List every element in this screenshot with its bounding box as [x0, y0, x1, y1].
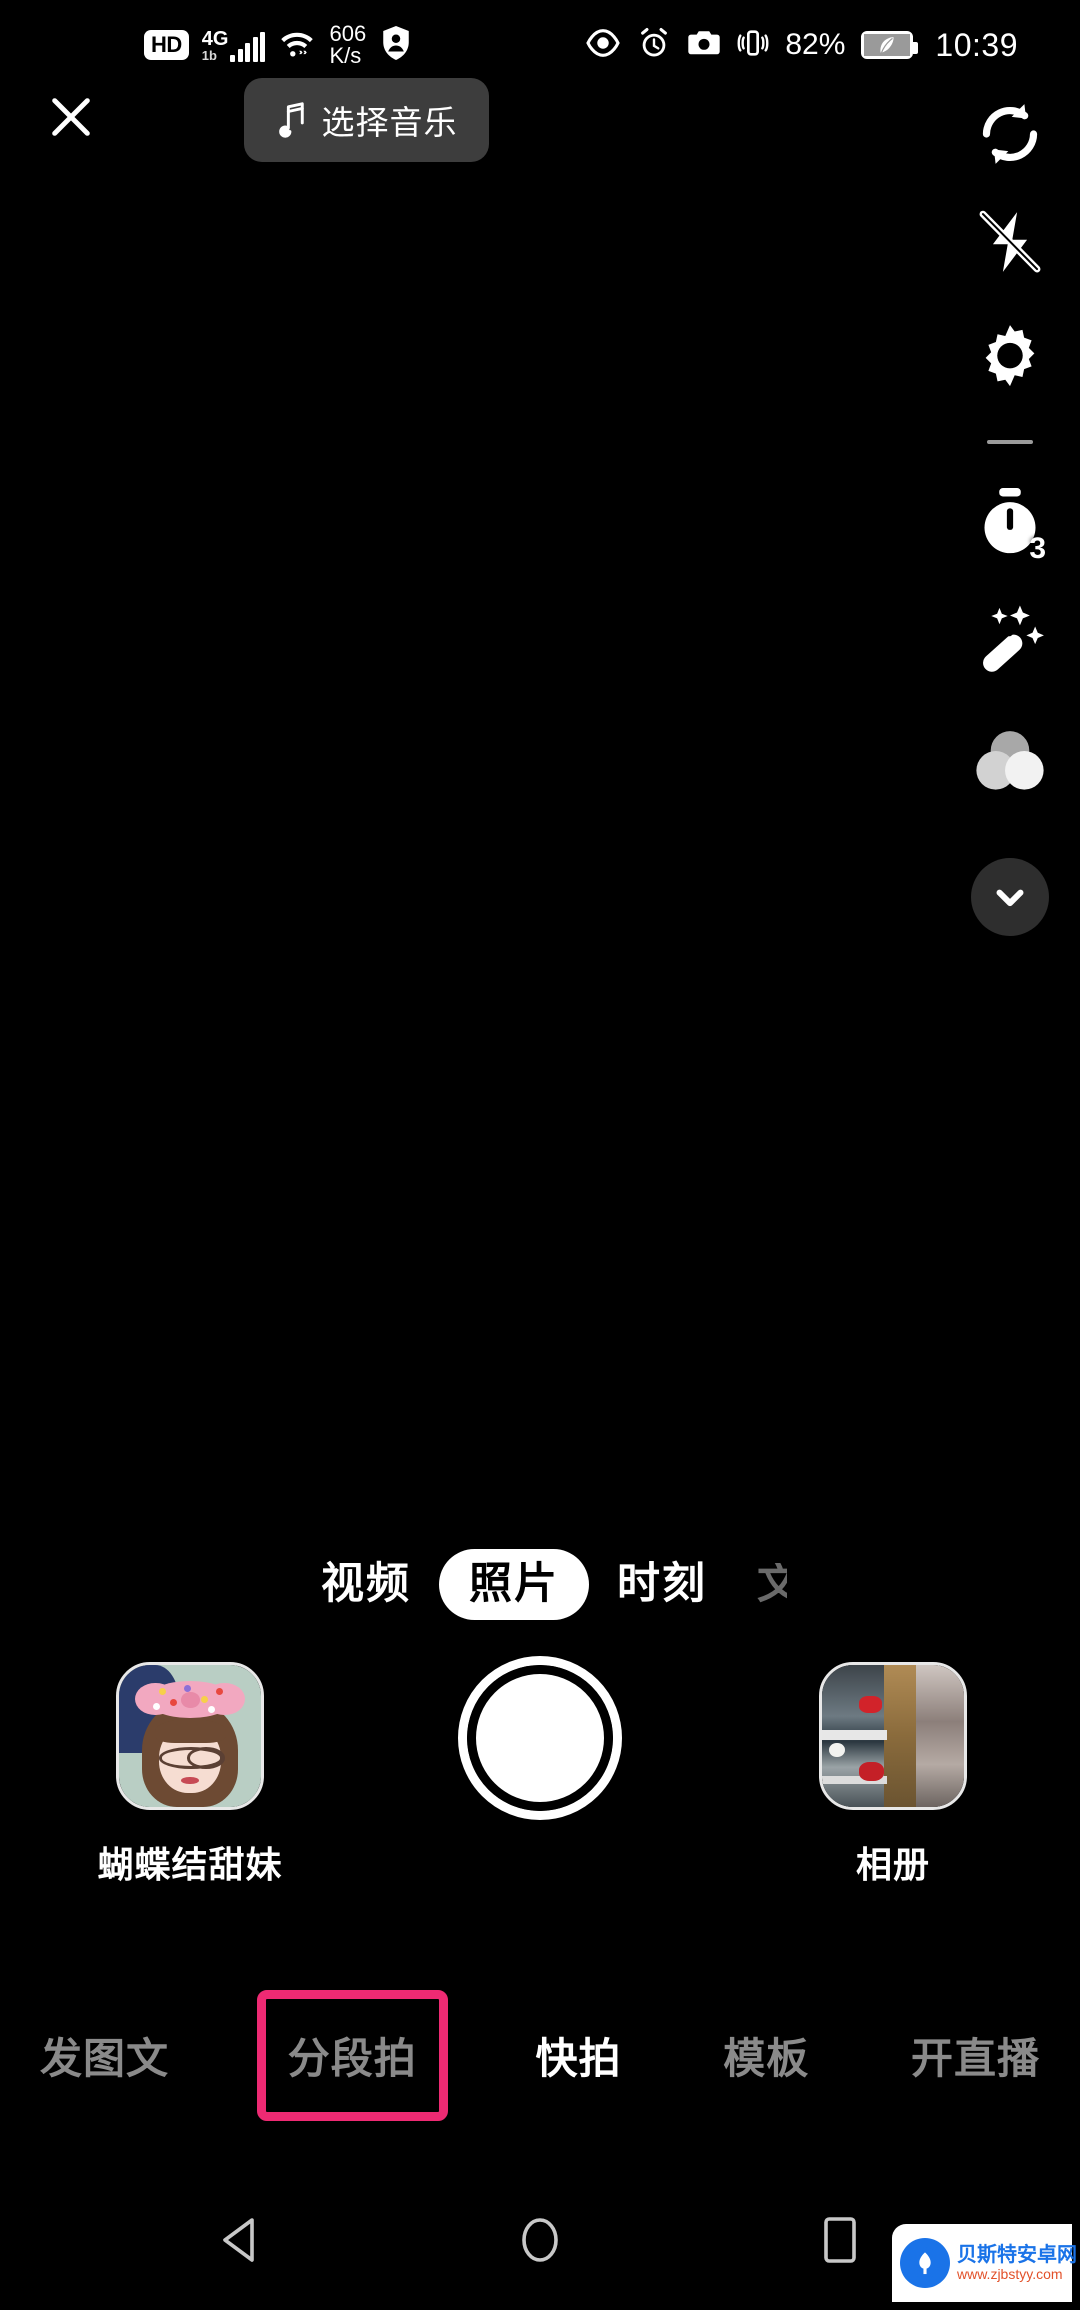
site-watermark: 贝斯特安卓网 www.zjbstyy.com	[892, 2224, 1077, 2302]
bst-logo-icon	[900, 2238, 950, 2288]
camera-screen: HD 4G 1b 606 K/s 82% 10:39 选择音乐 3 视频 照片 …	[0, 0, 1080, 2310]
status-bar-left: HD 4G 1b 606 K/s	[144, 20, 413, 68]
shutter-inner	[467, 1665, 613, 1811]
hd-icon: HD	[144, 30, 189, 60]
status-bar-right: 82% 10:39	[585, 26, 1018, 65]
camera-icon	[687, 28, 721, 63]
wifi-icon	[278, 28, 316, 63]
home-button[interactable]	[495, 2195, 585, 2285]
close-button[interactable]	[36, 86, 106, 148]
recents-button[interactable]	[795, 2195, 885, 2285]
mode-selector: 视频 照片 时刻 文	[0, 1528, 1080, 1640]
flip-camera-icon	[982, 104, 1038, 164]
battery-icon	[861, 31, 919, 59]
camera-tools-sidebar: 3	[940, 86, 1080, 936]
network-sub-label: 1b	[201, 47, 217, 63]
vibrate-icon	[737, 27, 769, 64]
bottom-tab-bar: 发图文 分段拍 快拍 模板 开直播	[0, 1989, 1080, 2121]
flash-toggle-button[interactable]	[940, 182, 1080, 302]
beauty-button[interactable]	[940, 580, 1080, 700]
collapse-tools-button[interactable]	[971, 858, 1049, 936]
tab-quick-shoot[interactable]: 快拍	[521, 2005, 635, 2106]
album-label: 相册	[855, 1844, 930, 1885]
square-recents-icon	[824, 2217, 856, 2263]
filter-circles-icon	[976, 731, 1044, 790]
flip-camera-button[interactable]	[940, 86, 1080, 182]
effect-label: 蝴蝶结甜妹	[97, 1844, 283, 1885]
settings-button[interactable]	[940, 302, 1080, 412]
select-music-button[interactable]: 选择音乐	[244, 78, 489, 162]
signal-icon: 4G 1b	[202, 29, 266, 62]
tab-segmented-shoot[interactable]: 分段拍	[256, 1989, 448, 2121]
vpn-shield-icon	[379, 24, 413, 67]
album-thumbnail[interactable]	[819, 1662, 967, 1810]
tab-go-live[interactable]: 开直播	[897, 2005, 1054, 2106]
tab-post-image-text[interactable]: 发图文	[26, 2005, 183, 2106]
alarm-icon	[637, 26, 671, 65]
triangle-back-icon	[223, 2218, 254, 2262]
shutter-button[interactable]	[458, 1656, 622, 1820]
timer-value-label: 3	[1029, 531, 1046, 565]
network-type-label: 4G	[201, 27, 229, 50]
close-icon	[52, 98, 90, 136]
magic-wand-icon	[983, 605, 1044, 672]
circle-home-icon	[522, 2218, 558, 2262]
watermark-url: www.zjbstyy.com	[957, 2265, 1063, 2282]
mode-video[interactable]: 视频	[293, 1562, 439, 1606]
timer-button[interactable]: 3	[940, 468, 1080, 580]
back-button[interactable]	[195, 2195, 285, 2285]
sidebar-divider	[987, 440, 1033, 444]
chevron-down-icon	[996, 889, 1024, 907]
effect-button[interactable]: 蝴蝶结甜妹	[75, 1662, 305, 1888]
select-music-label: 选择音乐	[321, 104, 458, 141]
mode-text[interactable]: 文	[735, 1563, 787, 1606]
watermark-title: 贝斯特安卓网	[957, 2243, 1077, 2266]
status-bar-clock: 10:39	[935, 26, 1018, 63]
eye-comfort-icon	[585, 28, 621, 63]
album-button[interactable]: 相册	[778, 1662, 1008, 1888]
filters-button[interactable]	[940, 700, 1080, 822]
mode-moment[interactable]: 时刻	[589, 1562, 735, 1606]
capture-controls: 蝴蝶结甜妹 相册	[0, 1656, 1080, 1962]
gear-icon	[985, 325, 1035, 387]
tab-template[interactable]: 模板	[709, 2005, 823, 2106]
music-note-icon	[278, 102, 304, 138]
status-bar: HD 4G 1b 606 K/s 82% 10:39	[0, 0, 1080, 90]
mode-photo[interactable]: 照片	[439, 1548, 589, 1620]
effect-thumbnail[interactable]	[116, 1662, 264, 1810]
network-speed: 606 K/s	[329, 20, 367, 68]
battery-percent-label: 82%	[785, 28, 846, 61]
flash-off-icon	[979, 210, 1041, 273]
